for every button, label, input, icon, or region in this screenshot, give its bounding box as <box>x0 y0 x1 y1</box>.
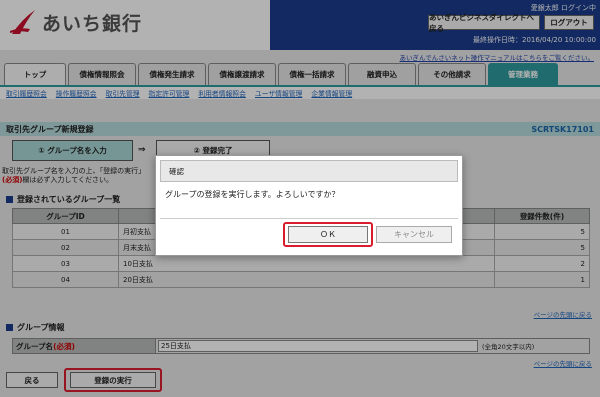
dialog-title: 確認 <box>160 160 458 182</box>
dialog-divider <box>160 218 458 219</box>
ok-button-highlight <box>283 222 373 247</box>
confirm-dialog: 確認 グループの登録を実行します。よろしいですか？ ＯＫ キャンセル <box>155 155 463 256</box>
cancel-button[interactable]: キャンセル <box>376 226 452 243</box>
dialog-message: グループの登録を実行します。よろしいですか？ <box>165 190 340 199</box>
